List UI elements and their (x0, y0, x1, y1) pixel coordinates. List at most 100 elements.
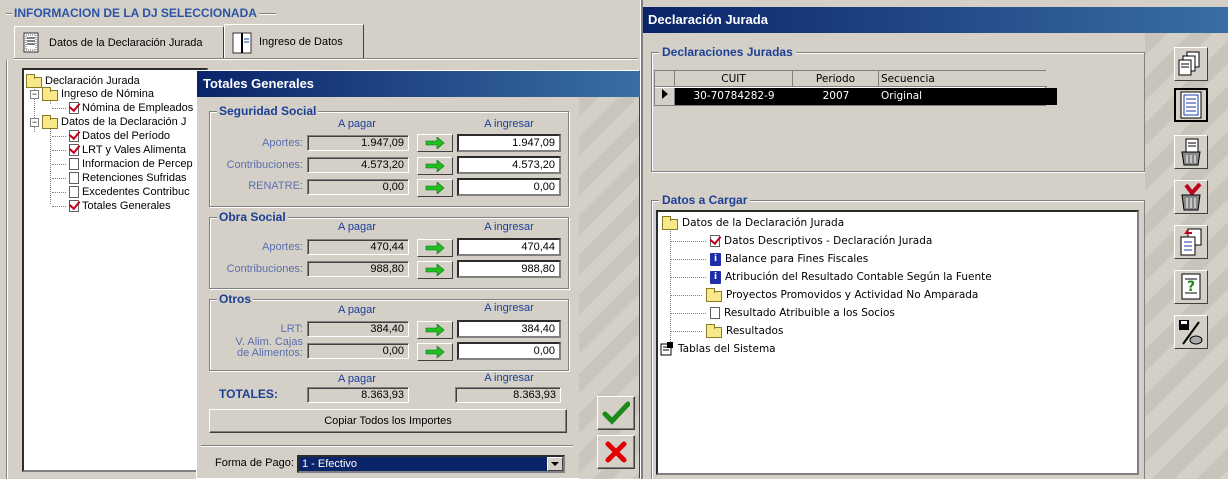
tree-item-nomina-empleados[interactable]: Nómina de Empleados (52, 101, 193, 115)
tree-item-datos-declaracion[interactable]: − Datos de la Declaración J (30, 115, 186, 129)
column-header[interactable]: Secuencia (879, 71, 1047, 87)
copiar-todos-button[interactable]: Copiar Todos los Importes (209, 409, 567, 433)
copy-arrow-button[interactable] (417, 239, 453, 257)
copy-arrow-button[interactable] (417, 179, 453, 197)
tree-item-label: Retenciones Sufridas (82, 172, 187, 184)
tree-item-retenciones[interactable]: Retenciones Sufridas (52, 171, 187, 185)
tree-item-totales-generales[interactable]: Totales Generales (52, 199, 171, 213)
totales-ingresar: 8.363,93 (455, 387, 561, 403)
tree-item-label: Tablas del Sistema (678, 343, 776, 355)
tree-item-informacion-percepciones[interactable]: Informacion de Percep (52, 157, 193, 171)
tree-item-label: Balance para Fines Fiscales (725, 253, 869, 265)
tree-item-balance[interactable]: i Balance para Fines Fiscales (670, 251, 868, 267)
collapse-icon[interactable]: − (30, 89, 39, 99)
vales-alimentos-pagar: 0,00 (307, 343, 409, 359)
right-arrow-icon (425, 242, 445, 254)
group-title: Datos a Cargar (659, 193, 751, 207)
import-document-icon (1180, 228, 1202, 256)
tree-item-label: Excedentes Contribuc (82, 186, 190, 198)
forma-pago-label: Forma de Pago: (215, 457, 294, 469)
col-header-pagar: A pagar (338, 118, 376, 130)
grid-cell-periodo[interactable]: 2007 (793, 88, 879, 105)
tree-item-resultados[interactable]: Resultados (670, 323, 783, 339)
checked-document-icon (69, 144, 79, 156)
tree-item-datos-descriptivos[interactable]: Datos Descriptivos - Declaración Jurada (670, 233, 932, 249)
totales-generales-dialog: Totales Generales Seguridad Social A pag… (196, 70, 640, 479)
row-selector[interactable] (655, 88, 675, 105)
grid-cell-secuencia[interactable]: Original (879, 88, 1057, 105)
vales-alimentos-ingresar[interactable]: 0,00 (457, 342, 561, 360)
tree-item-label: Datos de la Declaración J (61, 116, 187, 128)
tree-item-tablas-sistema[interactable]: Tablas del Sistema (660, 341, 776, 357)
copy-arrow-button[interactable] (417, 321, 453, 339)
new-document-icon (1178, 51, 1200, 76)
close-icon (605, 441, 627, 463)
datos-cargar-tree[interactable]: Datos de la Declaración Jurada Datos Des… (656, 210, 1139, 475)
accept-button[interactable] (597, 396, 635, 430)
tab-baseline (14, 58, 638, 60)
tree-item-excedentes[interactable]: Excedentes Contribuc (52, 185, 190, 199)
save-disk-button[interactable] (1174, 315, 1208, 349)
column-header[interactable]: Periodo (793, 71, 879, 87)
delete-document-icon (1181, 138, 1201, 166)
declaraciones-grid[interactable]: CUIT Periodo Secuencia 30-70784282-9 200… (654, 70, 1057, 106)
tree-item-datos-periodo[interactable]: Datos del Período (52, 129, 170, 143)
tab-ingreso-datos[interactable]: Ingreso de Datos (224, 24, 364, 58)
tree-item-lrt-vales[interactable]: LRT y Vales Alimenta (52, 143, 186, 157)
forma-pago-select[interactable]: 1 - Efectivo (297, 455, 565, 473)
collapse-icon[interactable]: − (30, 117, 39, 127)
left-border (6, 60, 8, 479)
tree-item-datos-declaracion[interactable]: Datos de la Declaración Jurada (662, 215, 844, 231)
field-label: Aportes: (262, 137, 303, 149)
renatre-ingresar[interactable]: 0,00 (457, 178, 561, 196)
aportes-os-ingresar[interactable]: 470,44 (457, 238, 561, 256)
field-label: Contribuciones: (226, 263, 303, 275)
tree-item-declaracion-jurada[interactable]: Declaración Jurada (26, 74, 140, 88)
field-label: LRT: (280, 323, 303, 335)
tree-item-ingreso-nomina[interactable]: − Ingreso de Nómina (30, 87, 154, 101)
chevron-down-icon (551, 462, 559, 466)
col-header-ingresar: A ingresar (484, 118, 534, 130)
column-header[interactable]: CUIT (675, 71, 793, 87)
list-document-button[interactable] (1174, 88, 1208, 122)
navigation-tree[interactable]: Declaración Jurada − Ingreso de Nómina N… (22, 68, 208, 472)
lrt-ingresar[interactable]: 384,40 (457, 320, 561, 338)
left-pane: INFORMACION DE LA DJ SELECCIONADA Datos … (0, 0, 640, 479)
document-icon (69, 186, 79, 198)
open-folder-icon (42, 115, 58, 129)
group-title: Obra Social (217, 210, 288, 224)
tree-item-label: Datos del Período (82, 130, 171, 142)
checked-document-icon (69, 200, 79, 212)
tree-item-atribucion-resultado[interactable]: i Atribución del Resultado Contable Segú… (670, 269, 992, 285)
copy-arrow-button[interactable] (417, 134, 453, 152)
tree-item-label: Atribución del Resultado Contable Según … (725, 271, 992, 283)
aportes-ss-ingresar[interactable]: 1.947,09 (457, 134, 561, 152)
group-title: INFORMACION DE LA DJ SELECCIONADA (12, 6, 259, 20)
window-titlebar[interactable]: Declaración Jurada (643, 7, 1228, 33)
copy-arrow-button[interactable] (417, 157, 453, 175)
contribuciones-ss-ingresar[interactable]: 4.573,20 (457, 156, 561, 174)
col-header-ingresar: A ingresar (484, 372, 534, 384)
delete-checked-button[interactable] (1174, 180, 1208, 214)
contribuciones-os-ingresar[interactable]: 988,80 (457, 260, 561, 278)
import-document-button[interactable] (1174, 225, 1208, 259)
field-label: Aportes: (262, 241, 303, 253)
folder-icon (706, 288, 722, 302)
dropdown-button[interactable] (547, 457, 563, 471)
delete-document-button[interactable] (1174, 135, 1208, 169)
help-document-button[interactable]: ? (1174, 270, 1208, 304)
tree-item-label: Informacion de Percep (82, 158, 193, 170)
checked-document-icon (69, 130, 79, 142)
tree-item-label: Datos Descriptivos - Declaración Jurada (724, 235, 933, 247)
copy-arrow-button[interactable] (417, 343, 453, 361)
tab-datos-declaracion[interactable]: Datos de la Declaración Jurada (14, 26, 224, 58)
copy-arrow-button[interactable] (417, 261, 453, 279)
tree-item-proyectos-promovidos[interactable]: Proyectos Promovidos y Actividad No Ampa… (670, 287, 978, 303)
info-document-icon: i (710, 270, 721, 284)
new-document-button[interactable] (1174, 47, 1208, 81)
dialog-titlebar[interactable]: Totales Generales (197, 71, 640, 97)
right-arrow-icon (425, 346, 445, 358)
cancel-button[interactable] (597, 435, 635, 469)
tree-item-resultado-socios[interactable]: Resultado Atribuible a los Socios (670, 305, 895, 321)
grid-cell-cuit[interactable]: 30-70784282-9 (675, 88, 793, 105)
